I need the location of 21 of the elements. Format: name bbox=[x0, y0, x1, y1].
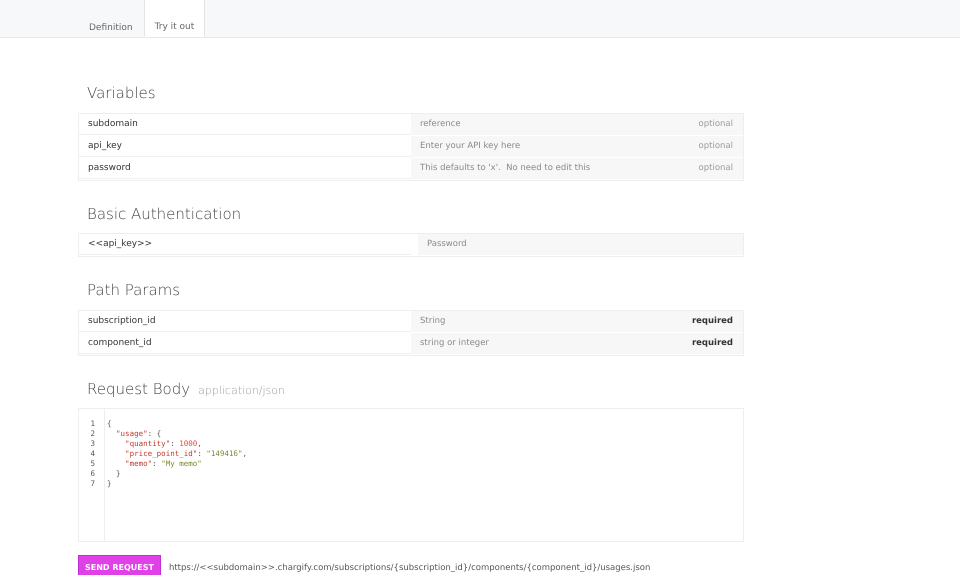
section-heading: Request Body bbox=[87, 378, 190, 400]
requirement-label: required bbox=[692, 314, 733, 328]
text-input[interactable]: Enter your API key here bbox=[418, 138, 699, 154]
tab[interactable]: Definition bbox=[78, 0, 144, 37]
requirement-label: optional bbox=[698, 118, 733, 130]
requirement-label: required bbox=[692, 336, 733, 350]
requirement-label: optional bbox=[698, 162, 733, 174]
text-input[interactable]: String bbox=[418, 314, 692, 328]
text-input[interactable]: string or integer bbox=[418, 336, 692, 350]
text-input[interactable]: reference bbox=[418, 116, 699, 132]
tab[interactable]: Try it out bbox=[144, 0, 206, 37]
send-request-button[interactable]: SEND REQUEST bbox=[78, 555, 161, 575]
section-heading: Variables bbox=[87, 83, 157, 104]
requirement-label: optional bbox=[698, 140, 733, 152]
content-type: application/json bbox=[198, 382, 285, 398]
text-input[interactable]: This defaults to 'x'. No need to edit this bbox=[418, 160, 699, 176]
input-field[interactable]: string or integer required bbox=[411, 332, 743, 354]
section-heading: Path Params bbox=[87, 280, 182, 301]
input-field[interactable]: String required bbox=[411, 310, 743, 332]
section-heading: Basic Authentication bbox=[87, 204, 242, 224]
request-url: https://<<subdomain>>.chargify.com/subscriptions/{subscription_id}/components/{component_id}/usages.json bbox=[168, 562, 650, 574]
